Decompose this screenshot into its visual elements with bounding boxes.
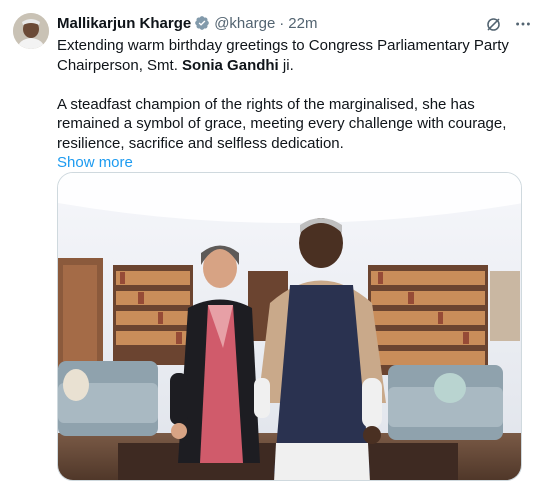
author-name[interactable]: Mallikarjun Kharge (57, 15, 191, 32)
tweet-paragraph-2: A steadfast champion of the rights of th… (57, 95, 507, 152)
mention-sonia-gandhi: Sonia Gandhi (182, 56, 279, 74)
avatar-image (13, 13, 49, 49)
author-handle[interactable]: @kharge (214, 15, 275, 32)
tweet-photo[interactable] (57, 172, 522, 481)
more-icon[interactable] (513, 14, 533, 34)
photo-image (58, 173, 521, 480)
tweet[interactable]: Mallikarjun Kharge @kharge · 22m Extendi… (0, 0, 549, 491)
tweet-header: Mallikarjun Kharge @kharge · 22m (57, 12, 317, 34)
tweet-line-2: Chairperson, Smt. Sonia Gandhi ji. (57, 56, 294, 74)
tweet-top-actions (483, 14, 533, 34)
avatar[interactable] (13, 13, 49, 49)
verified-badge-icon (194, 15, 210, 31)
tweet-line-1: Extending warm birthday greetings to Con… (57, 37, 509, 54)
tweet-text: Extending warm birthday greetings to Con… (57, 36, 533, 173)
timestamp[interactable]: 22m (288, 15, 317, 32)
separator-dot: · (279, 14, 285, 32)
grok-icon[interactable] (483, 14, 503, 34)
show-more-link[interactable]: Show more (57, 153, 133, 173)
